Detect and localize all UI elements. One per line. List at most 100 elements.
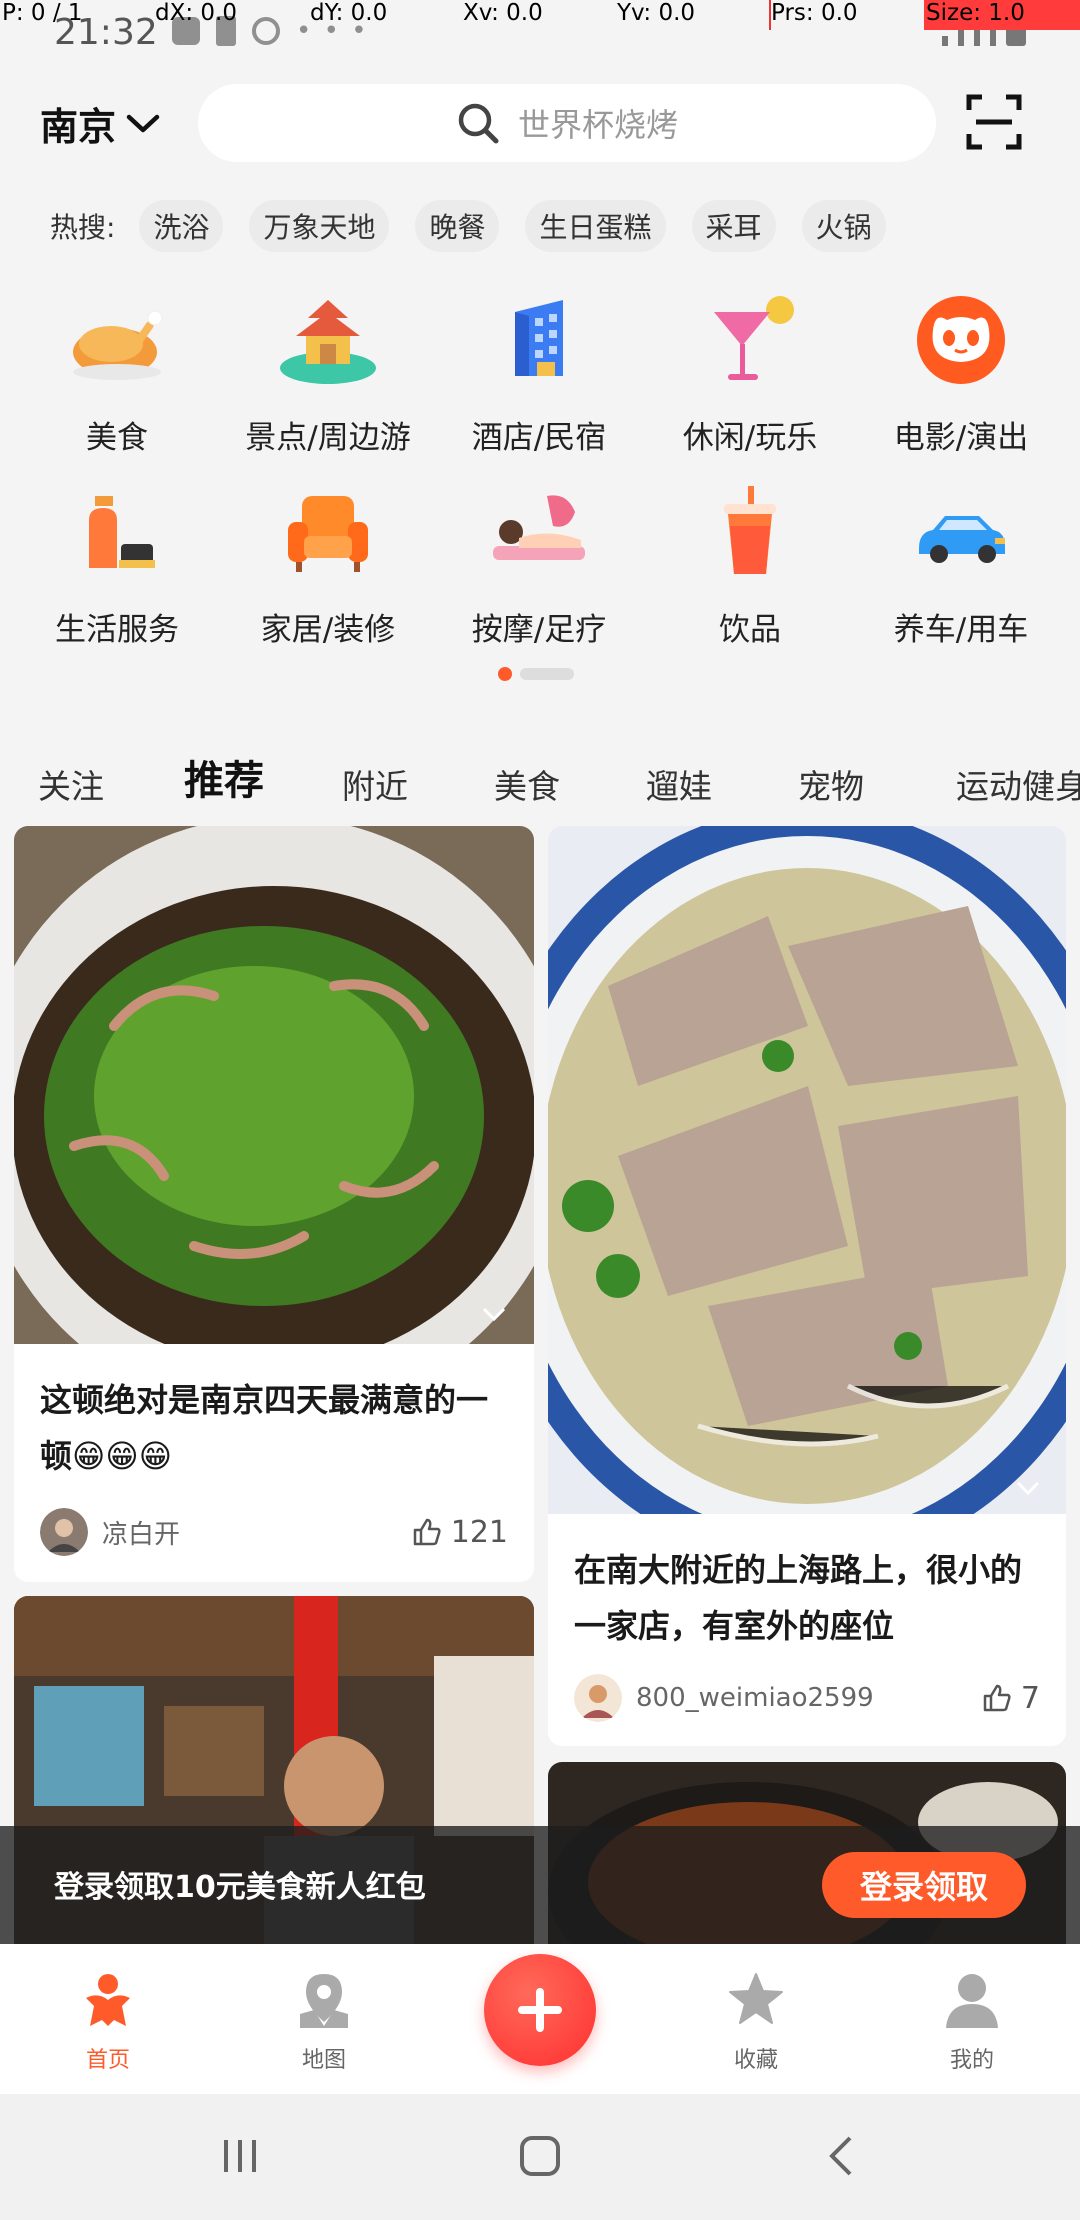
category-massage[interactable]: 按摩/足疗 [439, 482, 639, 649]
signal-bar-icon [974, 24, 980, 46]
card-like-count: 121 [450, 1514, 508, 1550]
card-image-beef-noodle [548, 826, 1066, 1514]
blocked-icon [252, 17, 280, 45]
hot-search-chip[interactable]: 采耳 [691, 200, 776, 252]
hot-search-row: 热搜: 洗浴 万象天地 晚餐 生日蛋糕 采耳 火锅 [50, 200, 912, 252]
cocktail-icon [714, 296, 794, 380]
category-label: 养车/用车 [893, 612, 1029, 648]
category-label: 按摩/足疗 [471, 612, 607, 648]
city-selector[interactable]: 南京 [40, 96, 160, 151]
category-life-service[interactable]: 生活服务 [17, 482, 217, 649]
feed-card[interactable]: 这顿绝对是南京四天最满意的一顿😁😁😁 凉白开 121 [14, 826, 534, 1582]
nav-label: 我的 [949, 2048, 994, 2073]
category-label: 酒店/民宿 [471, 420, 607, 456]
signal-bar-icon [942, 36, 948, 46]
tab-follow[interactable]: 关注 [38, 760, 104, 808]
map-pin-icon [300, 1974, 348, 2028]
card-meta: 800_weimiao2599 7 [574, 1672, 1040, 1724]
category-hotel[interactable]: 酒店/民宿 [439, 290, 639, 457]
nav-home[interactable]: 首页 [48, 1970, 168, 2074]
home-icon[interactable] [518, 2134, 562, 2178]
hot-search-chip[interactable]: 洗浴 [139, 200, 224, 252]
banner-text: 登录领取10元美食新人红包 [54, 1870, 426, 1905]
category-page-indicator [498, 667, 574, 681]
hot-search-chip[interactable]: 生日蛋糕 [525, 200, 666, 252]
tab-pets[interactable]: 宠物 [798, 760, 864, 808]
cat-face-icon [917, 296, 1005, 384]
nav-label: 收藏 [733, 2048, 778, 2073]
avatar [40, 1508, 88, 1556]
page-dot-active [498, 667, 512, 681]
scan-icon[interactable] [966, 94, 1022, 150]
search-icon [458, 103, 499, 144]
avatar [574, 1674, 622, 1722]
category-leisure[interactable]: 休闲/玩乐 [650, 290, 850, 457]
category-scenic[interactable]: 景点/周边游 [228, 290, 428, 457]
thumbs-up-icon [413, 1518, 441, 1546]
city-name: 南京 [40, 105, 117, 149]
feed-tabs: 关注 推荐 附近 美食 遛娃 宠物 运动健身 [0, 740, 1080, 820]
card-username: 800_weimiao2599 [636, 1683, 874, 1713]
recent-apps-icon[interactable] [218, 2134, 262, 2178]
star-icon [729, 1973, 783, 2024]
tab-food[interactable]: 美食 [494, 760, 560, 808]
category-label: 家居/装修 [260, 612, 396, 648]
category-label: 景点/周边游 [245, 420, 411, 456]
category-label: 电影/演出 [893, 420, 1029, 456]
card-like-count: 7 [1020, 1680, 1040, 1716]
armchair-icon [288, 496, 368, 572]
tab-kids[interactable]: 遛娃 [646, 760, 712, 808]
pavilion-icon [280, 300, 376, 384]
sim-icon [216, 16, 236, 46]
hotel-building-icon [515, 300, 563, 376]
search-bar[interactable]: 世界杯烧烤 [198, 84, 936, 162]
category-label: 生活服务 [55, 612, 179, 648]
feed-card[interactable]: 在南大附近的上海路上，很小的一家店，有室外的座位 800_weimiao2599… [548, 826, 1066, 1746]
thumbs-up-icon [983, 1684, 1011, 1712]
chevron-down-icon[interactable] [474, 1294, 514, 1334]
card-like-button[interactable]: 7 [981, 1681, 1040, 1716]
nav-me[interactable]: 我的 [912, 1970, 1032, 2074]
status-bar: 21:32 • • • [0, 0, 1080, 60]
category-car[interactable]: 养车/用车 [861, 482, 1061, 649]
card-title: 在南大附近的上海路上，很小的一家店，有室外的座位 [574, 1551, 1023, 1645]
publish-button[interactable] [484, 1954, 596, 2066]
category-label: 休闲/玩乐 [682, 420, 818, 456]
hot-search-chip[interactable]: 万象天地 [249, 200, 390, 252]
category-food[interactable]: 美食 [17, 290, 217, 457]
more-notifications-icon: • • • [296, 16, 369, 46]
login-promo-banner: 登录领取10元美食新人红包 登录领取 [0, 1826, 1080, 1944]
card-meta: 凉白开 121 [40, 1506, 508, 1558]
hot-search-label: 热搜: [50, 211, 116, 244]
nav-favorites[interactable]: 收藏 [696, 1970, 816, 2074]
home-mascot-icon [86, 1974, 130, 2026]
car-icon [919, 516, 1005, 563]
search-placeholder: 世界杯烧烤 [517, 106, 678, 144]
tab-nearby[interactable]: 附近 [342, 760, 408, 808]
status-time: 21:32 [54, 12, 158, 53]
back-icon[interactable] [822, 2134, 866, 2178]
tab-recommend[interactable]: 推荐 [184, 748, 264, 812]
category-home-decor[interactable]: 家居/装修 [228, 482, 428, 649]
nav-map[interactable]: 地图 [264, 1970, 384, 2074]
cleaning-spray-icon [89, 496, 155, 568]
category-movie[interactable]: 电影/演出 [861, 290, 1061, 457]
login-claim-button[interactable]: 登录领取 [822, 1852, 1026, 1918]
status-notification-icons: • • • [172, 16, 369, 46]
card-image-noodle-soup [14, 826, 534, 1344]
signal-bar-icon [958, 30, 964, 46]
category-drinks[interactable]: 饮品 [650, 482, 850, 649]
card-like-button[interactable]: 121 [411, 1515, 508, 1550]
card-username: 凉白开 [102, 1519, 181, 1550]
plus-icon [518, 1988, 562, 2032]
hot-search-chip[interactable]: 火锅 [801, 200, 886, 252]
tab-sports[interactable]: 运动健身 [956, 760, 1080, 808]
user-icon [946, 1974, 998, 2028]
card-title: 这顿绝对是南京四天最满意的一顿😁😁😁 [40, 1381, 489, 1475]
category-label: 美食 [86, 420, 148, 456]
drink-cup-icon [724, 486, 776, 574]
nav-label: 首页 [85, 2048, 130, 2073]
hot-search-chip[interactable]: 晚餐 [415, 200, 500, 252]
signal-bar-icon [990, 18, 996, 46]
chevron-down-icon[interactable] [1008, 1468, 1048, 1508]
